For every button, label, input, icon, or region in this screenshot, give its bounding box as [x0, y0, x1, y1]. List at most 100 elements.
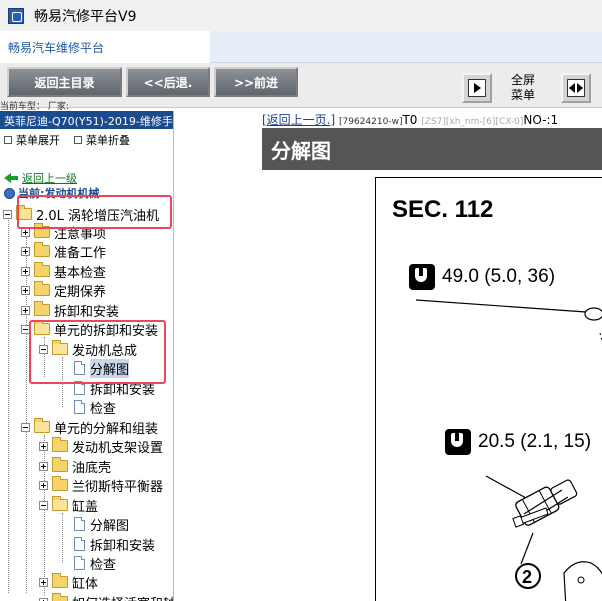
tree-leaf[interactable]: 分解图 — [74, 514, 129, 534]
app-icon — [8, 7, 24, 24]
folder-icon — [52, 593, 68, 601]
folder-icon — [34, 223, 50, 238]
tree-label: 拆卸和安装 — [90, 538, 156, 554]
folder-open-icon — [52, 496, 68, 511]
tree-label: 注意事项 — [54, 226, 107, 242]
document-icon — [74, 537, 85, 551]
tree-label: 单元的分解和组装 — [54, 421, 159, 437]
tree-label: 基本检查 — [54, 265, 107, 281]
tree-line — [62, 513, 63, 563]
tree-node[interactable]: 缸体 — [39, 572, 98, 592]
collapse-icon — [21, 324, 30, 334]
home-button[interactable]: 返回主目录 — [7, 67, 122, 97]
expand-icon — [39, 480, 48, 490]
callout-number: 2 — [522, 567, 532, 587]
tree-label: 分解图 — [90, 358, 130, 378]
doc-code: [79624210-w] — [339, 117, 403, 127]
content-info-line: [返回上一页.] [79624210-w]T0 [ZS7][xh_nm-[6][… — [262, 111, 602, 127]
forward-button[interactable]: >>前进 — [214, 67, 298, 97]
folder-icon — [52, 476, 68, 491]
back-up-label: 返回上一级 — [22, 172, 77, 185]
current-system-label: 当前:发动机机械 — [18, 187, 100, 200]
tree-label: 准备工作 — [54, 245, 107, 261]
tree-leaf[interactable]: 拆卸和安装 — [74, 378, 155, 398]
tree-node[interactable]: 拆卸和安装 — [21, 300, 119, 320]
tree-leaf[interactable]: 拆卸和安装 — [74, 534, 155, 554]
folder-open-icon — [16, 205, 32, 220]
tree-node[interactable]: 如何选择活塞和轴 — [39, 592, 173, 601]
expand-icon — [39, 461, 48, 471]
document-icon — [74, 517, 85, 531]
tree-leaf[interactable]: 检查 — [74, 397, 116, 417]
model-header: 英菲尼迪-Q70(Y51)-2019-维修手册 — [0, 111, 173, 129]
folder-icon — [34, 301, 50, 316]
tree-label: 油底壳 — [72, 460, 112, 476]
tab-strip: 畅易汽车维修平台 — [0, 31, 602, 63]
tree-label: 发动机总成 — [72, 343, 138, 359]
tree-label: 兰彻斯特平衡器 — [72, 479, 164, 495]
expand-icon — [21, 305, 30, 315]
tree-label: 检查 — [90, 401, 117, 417]
menu-collapse-button[interactable]: 菜单折叠 — [74, 134, 130, 147]
tree-node[interactable]: 基本检查 — [21, 261, 106, 281]
sidebar: 英菲尼迪-Q70(Y51)-2019-维修手册 菜单展开 菜单折叠 返回上一级 … — [0, 111, 174, 601]
back-up-link[interactable]: 返回上一级 — [4, 170, 77, 186]
tree-node[interactable]: 油底壳 — [39, 456, 111, 476]
fullscreen-toggle-button[interactable] — [462, 73, 492, 103]
split-arrows-icon — [567, 79, 585, 97]
expand-icon — [39, 577, 48, 587]
square-icon — [4, 136, 12, 144]
tree-node[interactable]: 单元的拆卸和安装 — [21, 319, 158, 339]
doc-number: NO-:1 — [523, 113, 559, 127]
tree-label: 分解图 — [90, 518, 130, 534]
window-title-bar: 畅易汽修平台V9 — [0, 0, 602, 31]
content-heading: 分解图 — [262, 128, 602, 170]
folder-open-icon — [34, 320, 50, 335]
tree-leaf-exploded-view[interactable]: 分解图 — [74, 358, 130, 378]
tree-node[interactable]: 准备工作 — [21, 241, 106, 261]
tab-platform[interactable]: 畅易汽车维修平台 — [0, 31, 210, 63]
split-view-button[interactable] — [561, 73, 591, 103]
tree-label: 如何选择活塞和轴 — [72, 593, 173, 601]
collapse-icon — [39, 500, 48, 510]
fullscreen-menu-label[interactable]: 全屏 菜单 — [507, 73, 539, 103]
leader-line — [520, 532, 534, 565]
doc-t0: T0 — [402, 113, 418, 127]
folder-open-icon — [34, 418, 50, 433]
folder-icon — [52, 573, 68, 588]
tree-node[interactable]: 发动机支架设置 — [39, 436, 163, 456]
leader-line — [485, 475, 527, 499]
exploded-view-figure: SEC. 112 49.0 (5.0, 36) 20.5 (2.1, 15) 2 — [375, 177, 602, 601]
document-icon — [74, 361, 85, 375]
doc-gray-code: [ZS7][xh_nm-[6][CX-0] — [421, 117, 524, 127]
tree-node[interactable]: 兰彻斯特平衡器 — [39, 475, 163, 495]
document-icon — [74, 556, 85, 570]
tree-label: 拆卸和安装 — [54, 304, 120, 320]
tree-node-engine[interactable]: 2.0L 涡轮增压汽油机 — [3, 204, 159, 224]
tree-node[interactable]: 注意事项 — [21, 222, 106, 242]
expand-icon — [39, 441, 48, 451]
document-icon — [74, 381, 85, 395]
tree-leaf[interactable]: 检查 — [74, 553, 116, 573]
tree-label: 2.0L 涡轮增压汽油机 — [36, 208, 160, 224]
expand-right-icon — [468, 79, 486, 97]
folder-icon — [52, 437, 68, 452]
tree-label: 检查 — [90, 557, 117, 573]
tree-node[interactable]: 定期保养 — [21, 280, 106, 300]
housing-part — [563, 561, 602, 601]
window-title: 畅易汽修平台V9 — [34, 8, 137, 25]
menu-expand-button[interactable]: 菜单展开 — [4, 134, 60, 147]
tree-label: 定期保养 — [54, 284, 107, 300]
leader-line — [415, 299, 587, 313]
back-arrow-icon — [4, 173, 18, 183]
expand-icon — [21, 227, 30, 237]
square-icon — [74, 136, 82, 144]
tree-node[interactable]: 缸盖 — [39, 495, 98, 515]
tree-node[interactable]: 单元的分解和组装 — [21, 417, 158, 437]
system-icon — [4, 187, 15, 199]
back-page-link[interactable]: [返回上一页.] — [262, 113, 335, 127]
tree-label: 单元的拆卸和安装 — [54, 323, 159, 339]
menu-controls: 菜单展开 菜单折叠 — [0, 129, 173, 151]
tree-node[interactable]: 发动机总成 — [39, 339, 137, 359]
back-button[interactable]: <<后退. — [126, 67, 210, 97]
